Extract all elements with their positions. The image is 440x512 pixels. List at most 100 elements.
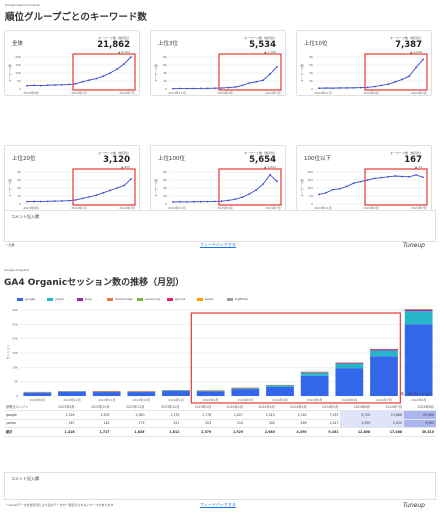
data-point (359, 86, 362, 89)
legend-label: yahoo (55, 297, 65, 301)
y-tick-label: 4K (309, 71, 314, 75)
y-tick-label: 2K (309, 79, 314, 83)
x-tick-label: 2024年1月 (71, 90, 87, 95)
kpi-value: 5,654 (249, 155, 276, 165)
footnote: * 出典 (6, 243, 15, 247)
feedback-link[interactable]: フィードバックする (200, 502, 236, 508)
card-title: 上位10位 (304, 41, 328, 47)
column-header[interactable]: 2024年6月 (340, 402, 373, 411)
column-header[interactable]: 参照元エンジン (4, 402, 45, 411)
series-line (172, 174, 278, 203)
y-axis-label: キーワード数 (153, 64, 158, 82)
data-point (109, 72, 112, 74)
line-chart: 200150100500キーワード数2023年11月 2024年3月 2024年7月 (299, 168, 428, 210)
x-tick-label: 2024年7月 (411, 90, 427, 95)
data-point (227, 86, 230, 89)
table-cell: 203 (181, 419, 214, 428)
line-chart: 20K 15K 10K 5K 0 キーワード数 2023年8月 2024年1月 2024年7月 (7, 53, 136, 95)
table-cell: 1,418 (44, 427, 77, 437)
data-point (366, 179, 369, 181)
bar-segment (92, 392, 121, 396)
y-tick-label: 15K (12, 351, 19, 355)
data-point (408, 75, 411, 78)
y-axis-label: キーワード数 (7, 64, 12, 82)
column-header[interactable]: 2023年10月 (76, 402, 112, 411)
source-tag: Google Search Console (5, 3, 40, 7)
y-tick-label: 0 (311, 202, 313, 206)
data-point (387, 83, 390, 86)
feedback-link[interactable]: フィードバックする (200, 242, 236, 248)
data-point (206, 87, 209, 90)
data-point (33, 84, 35, 87)
column-header[interactable]: 2024年3月 (245, 402, 277, 411)
table-cell: 1,380 (111, 410, 147, 420)
bar-segment (370, 356, 398, 396)
column-header[interactable]: 2023年9月 (44, 402, 77, 411)
table-unit-label: 年、月 / セッション (400, 392, 432, 396)
data-point (116, 187, 119, 189)
column-header[interactable]: 2024年2月 (213, 402, 246, 411)
column-header[interactable]: 2024年1月 (181, 402, 214, 411)
comment-box[interactable]: コメント記入欄 (4, 472, 436, 500)
table-cell: 17,468 (372, 427, 405, 437)
y-tick-label: 5K (14, 380, 19, 384)
data-point (81, 197, 84, 200)
legend-label: google (25, 297, 36, 301)
bar-segment (231, 389, 260, 396)
data-point (74, 82, 77, 85)
column-header[interactable]: 2023年12月 (146, 402, 182, 411)
data-point (331, 188, 334, 191)
data-point (95, 77, 98, 80)
comment-box[interactable]: コメント記入欄 (4, 210, 436, 242)
column-header[interactable]: 2024年7月 (372, 402, 405, 411)
data-point (81, 80, 84, 83)
legend-label: baidu (205, 297, 214, 301)
table-cell: 2,020 (372, 419, 405, 428)
bar-segment (23, 392, 52, 396)
data-point (276, 180, 278, 183)
legend-item: bigfinder (227, 297, 248, 301)
data-point (269, 173, 271, 176)
y-tick-label: 20K (15, 55, 22, 59)
data-point (227, 199, 230, 202)
data-point (255, 189, 258, 191)
table-cell: 3,183 (276, 410, 309, 420)
data-point (109, 189, 112, 192)
y-tick-label: 6K (309, 63, 314, 67)
column-header[interactable]: 2023年11月 (111, 402, 147, 411)
x-tick-label: 2024年7月 (265, 90, 281, 95)
y-tick-label: 2K (17, 186, 22, 190)
data-point (276, 65, 278, 68)
column-header[interactable]: 2024年8月 (404, 402, 436, 411)
highlight-box (364, 53, 428, 91)
column-header[interactable]: 2024年5月 (308, 402, 341, 411)
data-point (199, 200, 202, 203)
legend-item: google (17, 297, 35, 301)
table-cell: google (4, 410, 45, 420)
table-cell: 175 (111, 419, 147, 428)
data-point (179, 200, 181, 203)
data-point (401, 175, 404, 178)
highlight-box (364, 168, 428, 206)
data-point (102, 191, 105, 194)
brand-logo: Tuneup (403, 502, 425, 509)
section-title: GA4 Organicセッション数の推移（月別） (4, 278, 185, 288)
x-tick-label: 2023年8月 (23, 90, 39, 95)
data-point (220, 87, 223, 89)
bar-segment (335, 368, 364, 396)
card-title: 上位3位 (158, 41, 178, 47)
data-point (373, 85, 376, 88)
series-line (26, 56, 132, 87)
x-tick-label: 2024年7月 (119, 90, 135, 95)
column-header[interactable]: 2024年4月 (276, 402, 309, 411)
table-cell: 2,079 (181, 427, 214, 437)
data-point (373, 177, 376, 180)
legend-item: baidu (197, 297, 213, 301)
legend-item: bing (77, 297, 92, 301)
data-point (338, 187, 341, 190)
y-tick-label: 8K (163, 55, 168, 59)
data-point (352, 182, 355, 185)
data-point (213, 87, 216, 90)
data-point (206, 200, 209, 203)
data-point (26, 200, 28, 203)
